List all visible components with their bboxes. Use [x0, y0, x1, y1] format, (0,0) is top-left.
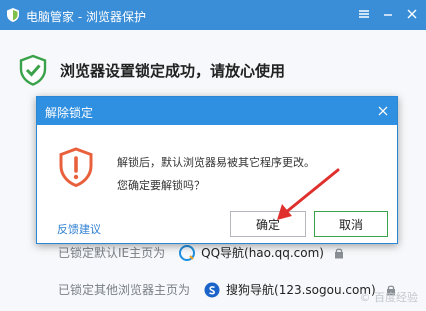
close-icon[interactable] — [404, 6, 420, 22]
window-title: 电脑管家 - 浏览器保护 — [26, 10, 146, 24]
dialog-title: 解除锁定 — [45, 106, 94, 120]
pc-manager-logo-icon — [7, 8, 19, 22]
cancel-button[interactable]: 取消 — [314, 211, 388, 237]
dialog-close-icon[interactable] — [375, 103, 391, 119]
menu-icon[interactable] — [356, 6, 372, 22]
success-banner: 浏览器设置锁定成功，请放心使用 — [18, 54, 285, 86]
locked-homepage-other: 已锁定其他浏览器主页为 搜狗导航(123.sogou.com) — [58, 281, 396, 298]
qq-nav-icon — [179, 244, 196, 261]
locked-site-ie: QQ导航(hao.qq.com) — [201, 246, 324, 260]
unlock-dialog: 解除锁定 解锁后，默认浏览器易被其它程序更改。 您确定要解锁吗？ 反馈建议 确定… — [36, 96, 398, 244]
confirm-button[interactable]: 确定 — [230, 211, 306, 237]
success-message: 浏览器设置锁定成功，请放心使用 — [60, 61, 286, 80]
locked-label-other: 已锁定其他浏览器主页为 — [58, 283, 191, 297]
locked-label-ie: 已锁定默认IE主页为 — [58, 246, 166, 260]
watermark: © 百度经验 — [359, 291, 419, 304]
locked-site-other: 搜狗导航(123.sogou.com) — [226, 283, 376, 297]
dialog-message-line2: 您确定要解锁吗？ — [117, 179, 205, 192]
dialog-message-line1: 解锁后，默认浏览器易被其它程序更改。 — [117, 156, 315, 169]
warning-shield-icon — [59, 147, 93, 187]
feedback-link[interactable]: 反馈建议 — [57, 221, 101, 237]
dialog-titlebar: 解除锁定 — [37, 97, 397, 125]
window-titlebar: 电脑管家 - 浏览器保护 — [0, 0, 426, 30]
window-controls — [356, 6, 420, 22]
shield-check-icon — [19, 54, 47, 86]
sogou-nav-icon — [204, 282, 220, 297]
minimize-icon[interactable] — [380, 6, 396, 22]
locked-homepage-ie: 已锁定默认IE主页为 QQ导航(hao.qq.com) — [58, 244, 344, 261]
lock-icon — [334, 248, 343, 258]
